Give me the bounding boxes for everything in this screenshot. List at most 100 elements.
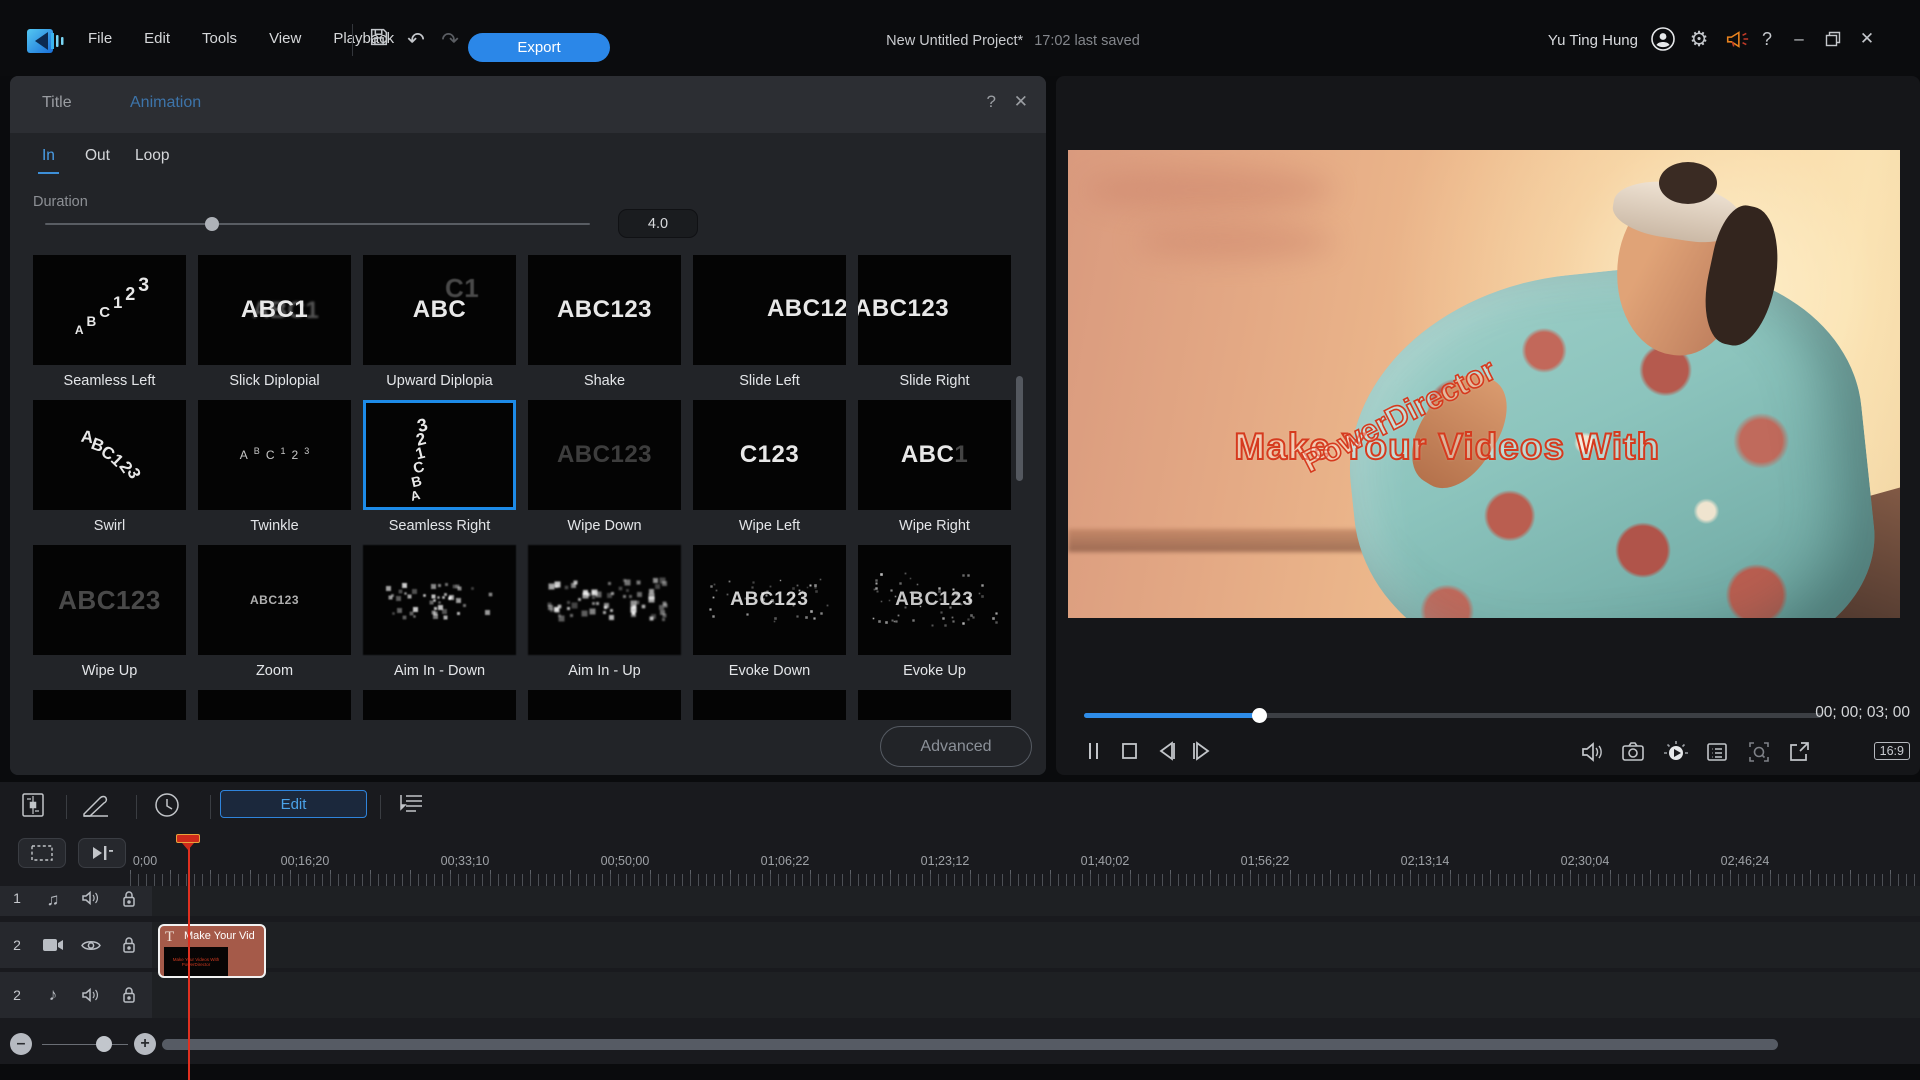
- animation-preset-partial[interactable]: [363, 690, 516, 720]
- export-button[interactable]: Export: [468, 33, 610, 62]
- undock-preview-icon[interactable]: [1786, 739, 1812, 765]
- animation-preset-partial[interactable]: [858, 690, 1011, 720]
- restore-window-icon[interactable]: [1820, 26, 1846, 52]
- play-next-frame-button[interactable]: [1188, 739, 1214, 765]
- track-row-audio[interactable]: 2♪: [0, 972, 1920, 1018]
- panel-help-icon[interactable]: ?: [987, 92, 996, 112]
- duration-value-field[interactable]: 4.0: [618, 209, 698, 238]
- speaker-icon[interactable]: [81, 987, 101, 1003]
- aspect-ratio-badge[interactable]: 16:9: [1874, 742, 1910, 760]
- duration-slider-track[interactable]: [45, 223, 590, 225]
- undo-icon[interactable]: ↶: [402, 28, 430, 53]
- advanced-button[interactable]: Advanced: [880, 726, 1032, 767]
- preset-thumbnail[interactable]: [528, 545, 681, 655]
- video-preview[interactable]: Make Your Videos With PowerDirector: [1068, 150, 1900, 618]
- seek-handle[interactable]: [1252, 708, 1267, 723]
- preset-thumbnail[interactable]: ABC123: [33, 255, 186, 365]
- animation-preset-upward-diplopia[interactable]: ABCC1Upward Diplopia: [363, 255, 516, 389]
- timeline-ruler[interactable]: 0;0000;16;2000;33;1000;50;0001;06;2201;2…: [130, 852, 1920, 890]
- zoom-slider-track[interactable]: [42, 1044, 128, 1046]
- panel-close-icon[interactable]: ✕: [1014, 92, 1028, 112]
- help-icon[interactable]: ?: [1754, 26, 1780, 52]
- duration-clock-icon[interactable]: [152, 790, 186, 824]
- animation-preset-wipe-down[interactable]: ABC123Wipe Down: [528, 400, 681, 534]
- subtab-loop[interactable]: Loop: [135, 147, 169, 165]
- range-select-button[interactable]: [18, 838, 66, 868]
- preset-thumbnail[interactable]: ABC123: [858, 545, 1011, 655]
- seek-bar[interactable]: [1084, 713, 1822, 718]
- preset-thumbnail[interactable]: ABC123: [33, 545, 186, 655]
- subtab-in[interactable]: In: [42, 147, 55, 165]
- menu-view[interactable]: View: [269, 30, 301, 47]
- preset-thumbnail[interactable]: ABC1: [858, 400, 1011, 510]
- animation-preset-aim-in-down[interactable]: Aim In - Down: [363, 545, 516, 679]
- previous-frame-button[interactable]: [1154, 739, 1180, 765]
- animation-preset-seamless-left[interactable]: ABC123Seamless Left: [33, 255, 186, 389]
- animation-preset-wipe-left[interactable]: C123Wipe Left: [693, 400, 846, 534]
- save-icon[interactable]: [368, 26, 396, 48]
- preset-thumbnail[interactable]: ABC123: [198, 400, 351, 510]
- split-razor-icon[interactable]: [80, 790, 114, 824]
- preset-thumbnail[interactable]: ABC123: [528, 255, 681, 365]
- lock-icon[interactable]: [121, 890, 137, 908]
- zoom-out-button[interactable]: –: [10, 1033, 32, 1055]
- stop-button[interactable]: [1118, 739, 1144, 765]
- preset-thumbnail[interactable]: ABC123: [198, 545, 351, 655]
- preset-thumbnail[interactable]: ABC123: [528, 400, 681, 510]
- tab-animation[interactable]: Animation: [130, 94, 201, 112]
- tab-title[interactable]: Title: [42, 94, 72, 112]
- subtab-out[interactable]: Out: [85, 147, 110, 165]
- preset-thumbnail[interactable]: [363, 545, 516, 655]
- zoom-slider-handle[interactable]: [96, 1036, 112, 1052]
- animation-preset-slide-left[interactable]: ABC123Slide Left: [693, 255, 846, 389]
- zoom-in-button[interactable]: +: [134, 1033, 156, 1055]
- preset-thumbnail[interactable]: ABC1ABC1: [198, 255, 351, 365]
- grid-scrollbar[interactable]: [1016, 376, 1023, 481]
- minimize-icon[interactable]: –: [1786, 26, 1812, 52]
- pause-button[interactable]: [1082, 739, 1108, 765]
- volume-icon[interactable]: [1578, 739, 1604, 765]
- timeline-horizontal-scrollbar[interactable]: [162, 1039, 1778, 1050]
- animation-preset-swirl[interactable]: ABC123Swirl: [33, 400, 186, 534]
- animation-preset-partial[interactable]: [198, 690, 351, 720]
- track-row-music[interactable]: 1♫: [0, 886, 1920, 916]
- animation-preset-twinkle[interactable]: ABC123Twinkle: [198, 400, 351, 534]
- preset-thumbnail[interactable]: ABCC1: [363, 255, 516, 365]
- menu-edit[interactable]: Edit: [144, 30, 170, 47]
- animation-preset-partial[interactable]: [693, 690, 846, 720]
- animation-preset-aim-in-up[interactable]: Aim In - Up: [528, 545, 681, 679]
- track-manager-icon[interactable]: [396, 790, 430, 824]
- snapshot-camera-icon[interactable]: [1620, 739, 1646, 765]
- preview-quality-icon[interactable]: [1662, 739, 1688, 765]
- lock-icon[interactable]: [121, 936, 137, 954]
- preset-thumbnail[interactable]: ABC123: [33, 400, 186, 510]
- preset-thumbnail[interactable]: ABC123: [693, 255, 846, 365]
- preset-thumbnail[interactable]: C123: [693, 400, 846, 510]
- playhead-handle[interactable]: [176, 834, 202, 852]
- speaker-icon[interactable]: [81, 890, 101, 906]
- animation-preset-seamless-right[interactable]: ABC123Seamless Right: [363, 400, 516, 534]
- menu-tools[interactable]: Tools: [202, 30, 237, 47]
- animation-preset-partial[interactable]: [528, 690, 681, 720]
- duration-slider-handle[interactable]: [205, 217, 219, 231]
- megaphone-icon[interactable]: [1724, 26, 1750, 52]
- settings-gear-icon[interactable]: ⚙: [1686, 26, 1712, 52]
- preset-thumbnail[interactable]: ABC123: [693, 545, 846, 655]
- redo-icon[interactable]: ↷: [436, 28, 464, 53]
- menu-file[interactable]: File: [88, 30, 112, 47]
- track-row-video[interactable]: 2: [0, 922, 1920, 968]
- animation-preset-evoke-up[interactable]: ABC123Evoke Up: [858, 545, 1011, 679]
- keyframe-tool-icon[interactable]: [18, 790, 52, 824]
- preset-thumbnail[interactable]: ABC123: [858, 255, 1011, 365]
- trim-button[interactable]: [78, 838, 126, 868]
- animation-preset-slick-diplopial[interactable]: ABC1ABC1Slick Diplopial: [198, 255, 351, 389]
- eye-icon[interactable]: [80, 938, 102, 953]
- avatar-icon[interactable]: [1650, 26, 1676, 52]
- zoom-fit-icon[interactable]: [1746, 739, 1772, 765]
- animation-preset-slide-right[interactable]: ABC123Slide Right: [858, 255, 1011, 389]
- close-icon[interactable]: ✕: [1854, 26, 1880, 52]
- animation-preset-wipe-up[interactable]: ABC123Wipe Up: [33, 545, 186, 679]
- animation-preset-wipe-right[interactable]: ABC1Wipe Right: [858, 400, 1011, 534]
- animation-preset-shake[interactable]: ABC123Shake: [528, 255, 681, 389]
- preset-thumbnail[interactable]: ABC123: [363, 400, 516, 510]
